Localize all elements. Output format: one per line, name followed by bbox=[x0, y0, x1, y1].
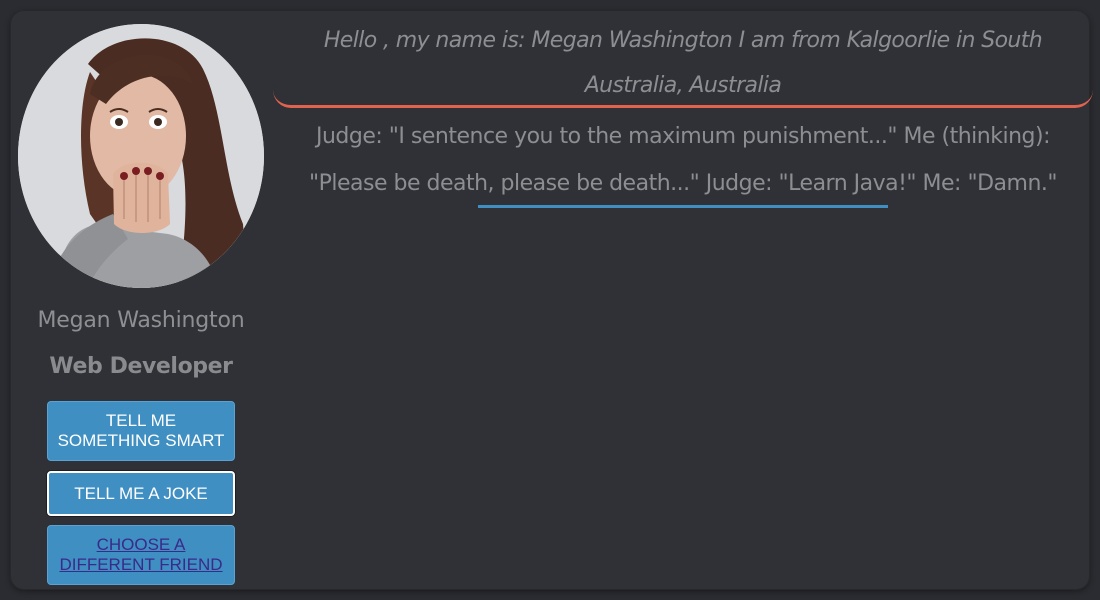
profile-photo bbox=[18, 24, 264, 288]
greeting-text: Hello , my name is: Megan Washington I a… bbox=[323, 28, 1043, 98]
joke-underline bbox=[478, 205, 888, 208]
tell-me-a-joke-button[interactable]: TELL ME A JOKE bbox=[47, 471, 235, 516]
choose-different-friend-link[interactable]: CHOOSE A DIFFERENT FRIEND bbox=[47, 525, 235, 585]
profile-name: Megan Washington bbox=[37, 308, 245, 333]
joke-text: Judge: "I sentence you to the maximum pu… bbox=[308, 124, 1058, 196]
tell-me-something-smart-button[interactable]: TELL ME SOMETHING SMART bbox=[47, 401, 235, 461]
profile-role: Web Developer bbox=[49, 354, 233, 379]
